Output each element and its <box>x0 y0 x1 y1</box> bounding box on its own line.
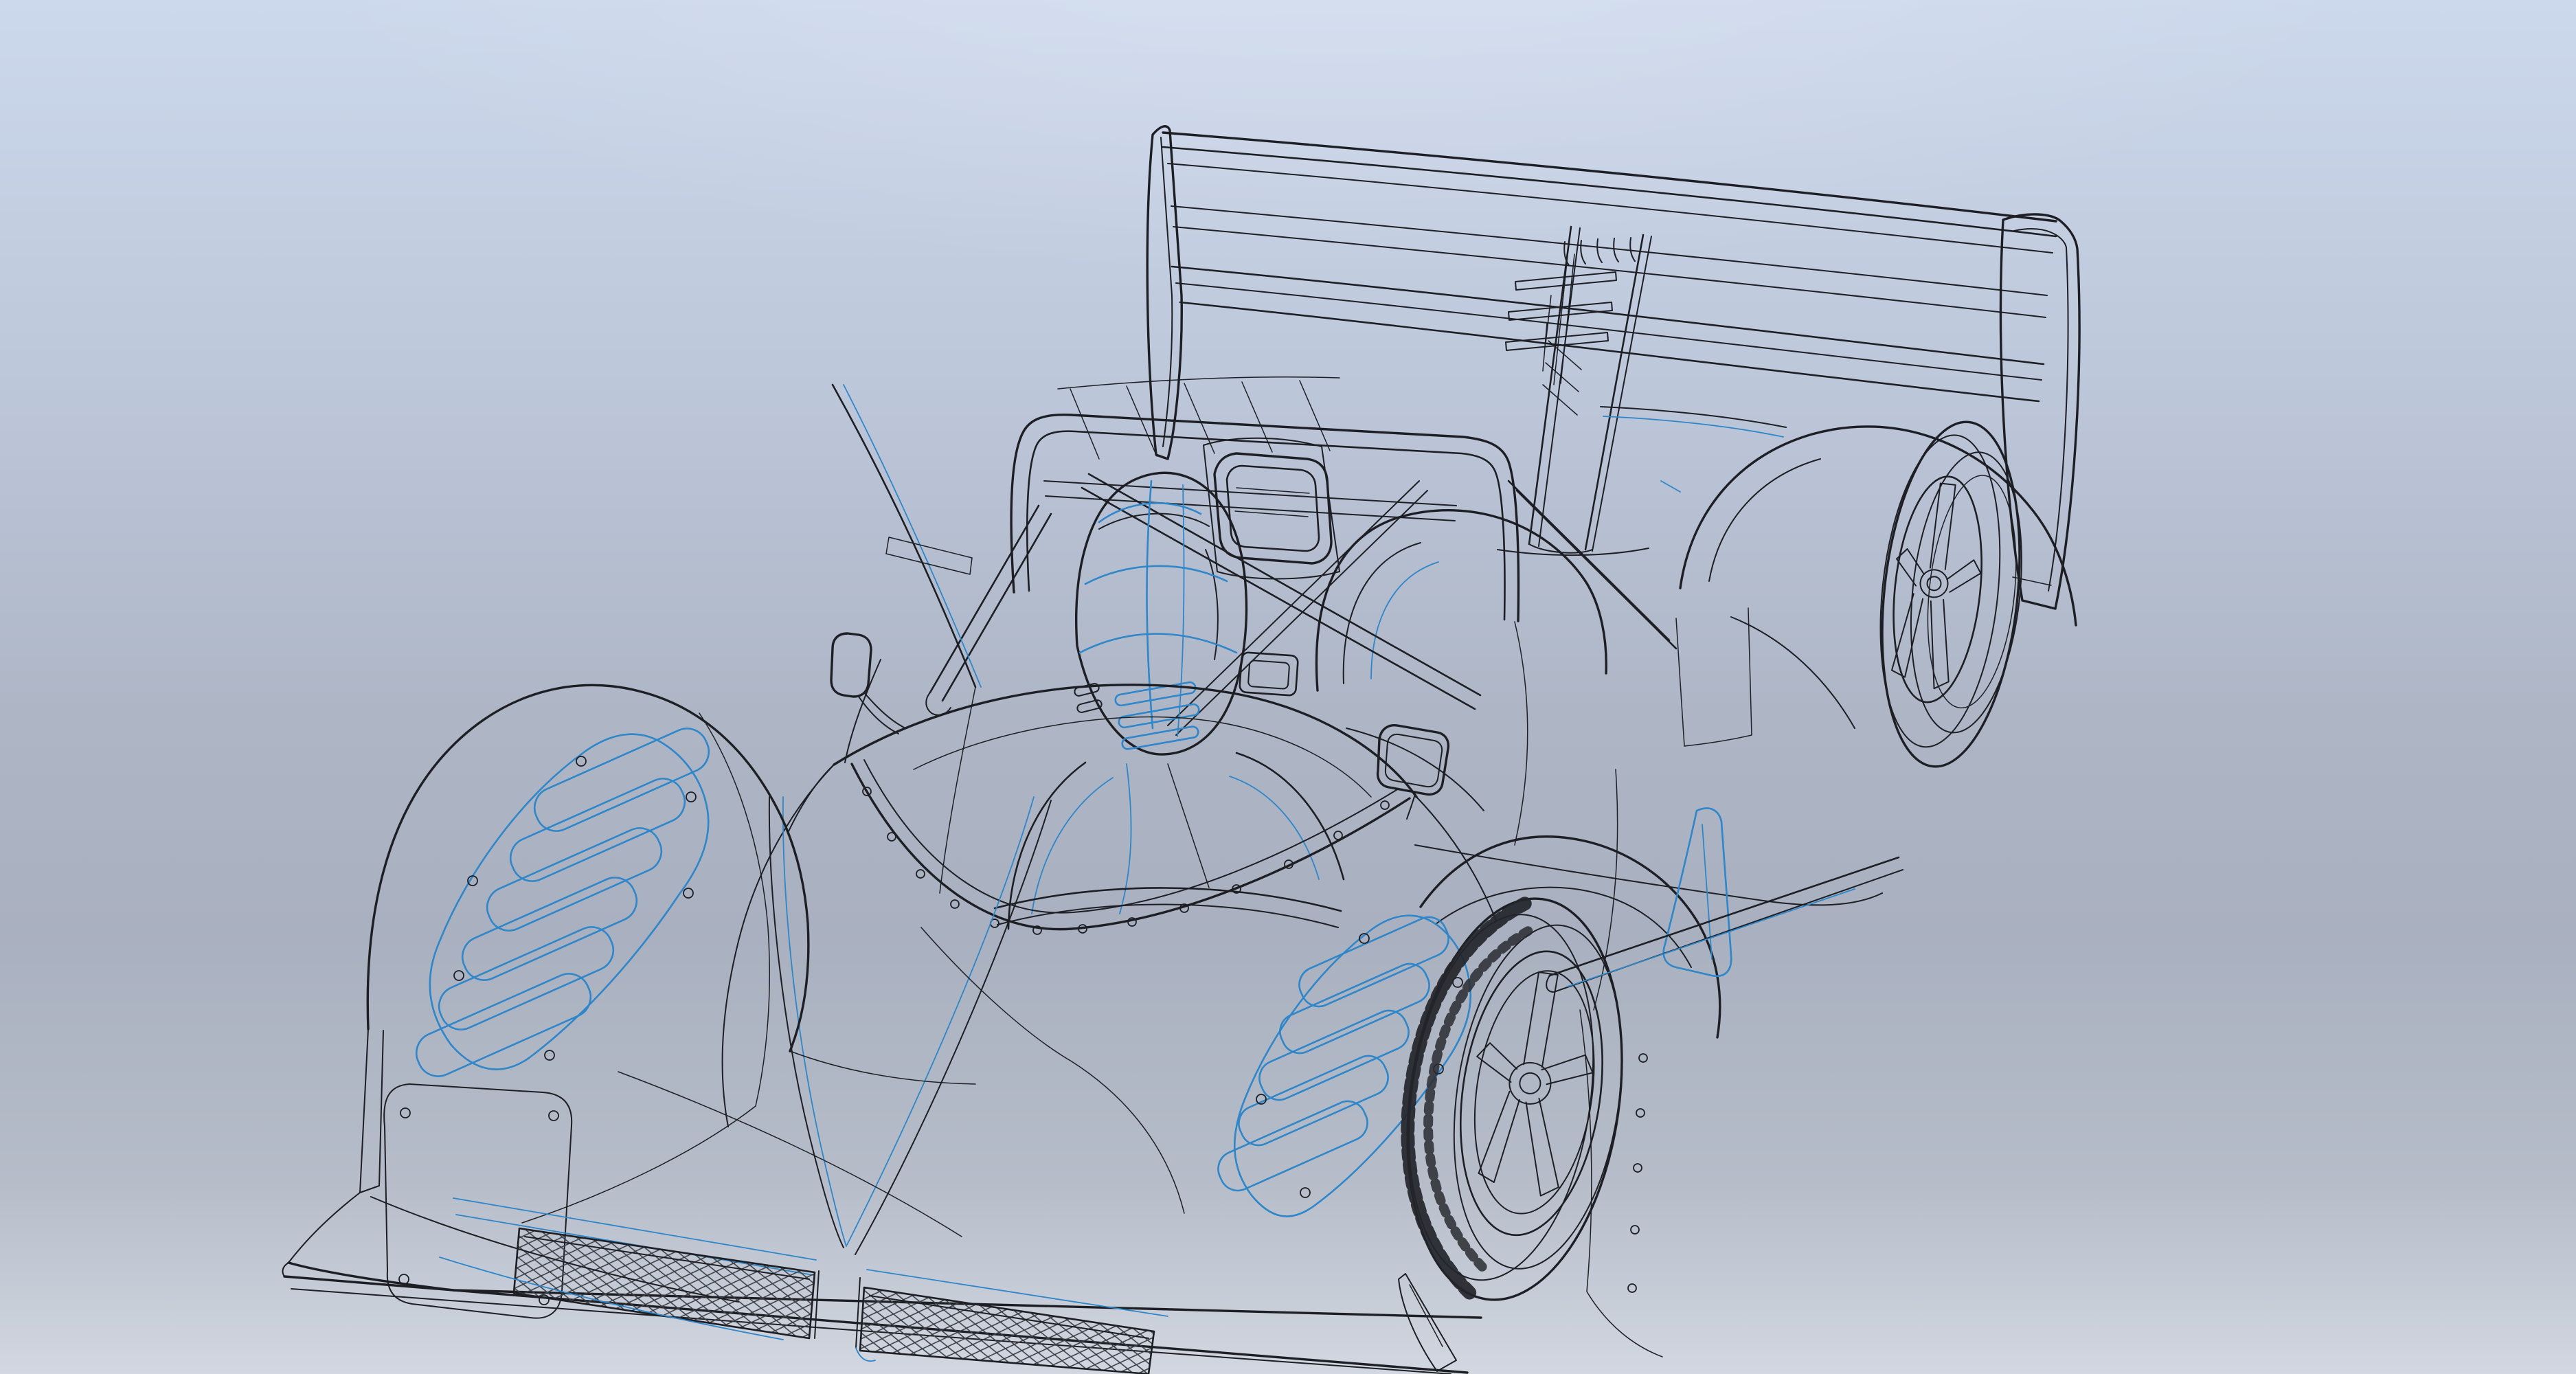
rear-wing[interactable] <box>1163 133 2056 401</box>
rear-wing-right-endplate[interactable] <box>2000 214 2079 609</box>
car-wireframe <box>0 0 2576 1374</box>
front-canard[interactable] <box>1399 1274 1456 1371</box>
louver-rivets <box>454 756 696 1060</box>
rear-wing-left-endplate[interactable] <box>1147 126 1182 459</box>
cockpit-rim <box>995 622 1528 927</box>
nose-grille[interactable] <box>453 1198 1168 1374</box>
driver-torso[interactable] <box>1008 753 1344 929</box>
rear-right-wheel[interactable] <box>1864 415 2037 774</box>
left-rear-body <box>833 385 981 893</box>
wing-support-pylon[interactable] <box>1506 227 1651 553</box>
cad-viewport[interactable]: Hidden-line wireframe CAD view of an ope… <box>0 0 2576 1374</box>
left-mirror[interactable] <box>831 633 905 734</box>
left-louver-panel[interactable] <box>410 722 716 1083</box>
right-front-fender[interactable] <box>1212 837 1720 1217</box>
viewport-caption: Hidden-line wireframe CAD view of an ope… <box>5 1369 53 1370</box>
right-mirror[interactable] <box>1378 725 1449 819</box>
left-front-fender[interactable] <box>289 685 975 1263</box>
cowl-rivets <box>863 787 1389 934</box>
rear-deck[interactable] <box>1498 407 1855 746</box>
cockpit-side-vent <box>1239 652 1298 696</box>
